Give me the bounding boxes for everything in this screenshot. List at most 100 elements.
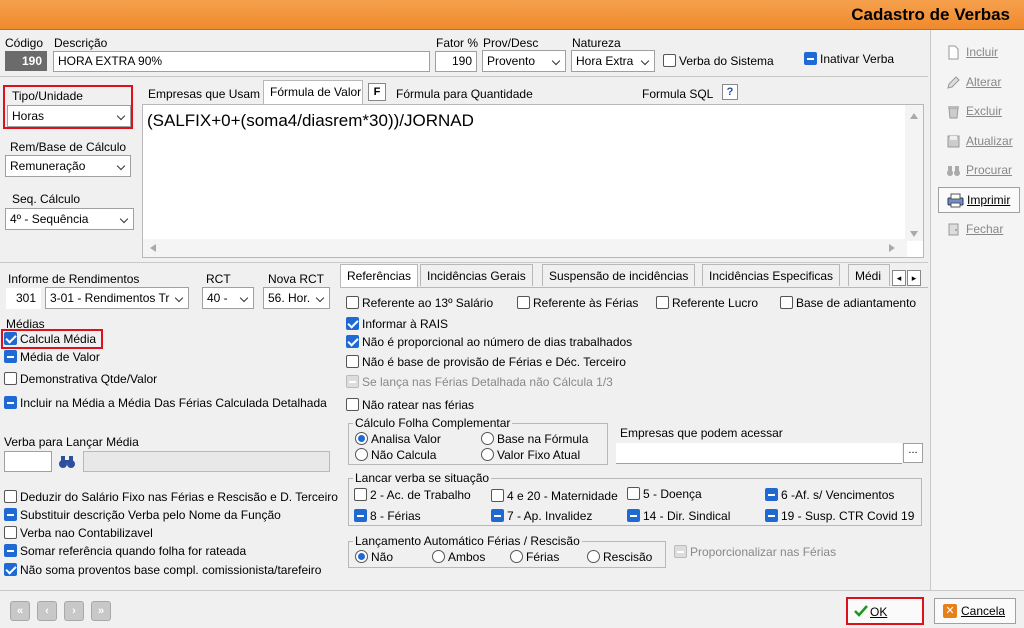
verba-sistema-label: Verba do Sistema	[679, 54, 774, 68]
tab-medias[interactable]: Médi	[848, 264, 890, 286]
situacao-5-checkbox[interactable]: 5 - Doença	[627, 487, 702, 501]
inativar-verba-checkbox[interactable]: Inativar Verba	[804, 52, 894, 66]
checkbox-icon	[4, 563, 17, 576]
nao-proporcional-checkbox[interactable]: Não é proporcional ao número de dias tra…	[346, 335, 632, 349]
scroll-down-icon[interactable]	[910, 231, 918, 237]
codigo-field[interactable]: 190	[5, 51, 47, 71]
checkbox-icon	[765, 509, 778, 522]
verba-sistema-checkbox[interactable]: Verba do Sistema	[663, 54, 774, 68]
fator-input[interactable]: 190	[435, 51, 477, 72]
scroll-up-icon[interactable]	[910, 113, 918, 119]
situacao-8-checkbox[interactable]: 8 - Férias	[354, 509, 421, 523]
incluir-button[interactable]: Incluir	[938, 40, 1020, 66]
tab-scroll-right-icon[interactable]: ▸	[907, 270, 921, 286]
cancela-button[interactable]: ✕ Cancela	[934, 598, 1016, 624]
ref-ferias-checkbox[interactable]: Referente às Férias	[517, 296, 638, 310]
last-record-icon[interactable]: »	[91, 601, 111, 621]
alterar-button[interactable]: Alterar	[938, 70, 1020, 96]
lanc-ambos-radio[interactable]: Ambos	[432, 550, 485, 564]
save-icon	[946, 134, 961, 149]
descricao-input[interactable]: HORA EXTRA 90%	[53, 51, 430, 72]
calculo-folha-label: Cálculo Folha Complementar	[353, 416, 513, 430]
situacao-4-checkbox[interactable]: 4 e 20 - Maternidade	[491, 489, 618, 503]
tab-incidencias-especificas[interactable]: Incidências Especificas	[702, 264, 841, 286]
ok-button[interactable]: OK	[846, 597, 924, 625]
lancamento-automatico-label: Lançamento Automático Férias / Rescisão	[353, 534, 582, 548]
formula-editor[interactable]: (SALFIX+0+(soma4/diasrem*30))/JORNAD	[142, 104, 924, 258]
lanc-ferias-radio[interactable]: Férias	[510, 550, 559, 564]
rct-label: RCT	[206, 272, 231, 286]
scroll-left-icon[interactable]	[150, 244, 156, 252]
situacao-7-label: 7 - Ap. Invalidez	[507, 509, 593, 523]
divider	[0, 76, 928, 77]
procurar-button[interactable]: Procurar	[938, 158, 1020, 184]
rct-select[interactable]: 40 -	[202, 287, 254, 309]
nao-calcula-radio[interactable]: Não Calcula	[355, 448, 436, 462]
informe-code[interactable]: 301	[6, 288, 41, 309]
nao-ratear-checkbox[interactable]: Não ratear nas férias	[346, 398, 474, 412]
tab-suspensao[interactable]: Suspensão de incidências	[542, 264, 696, 286]
media-valor-checkbox[interactable]: Média de Valor	[4, 350, 100, 364]
ellipsis-button[interactable]: ...	[903, 443, 923, 463]
fechar-button[interactable]: Fechar	[938, 217, 1020, 243]
situacao-5-label: 5 - Doença	[643, 487, 702, 501]
tab-empresas-usam[interactable]: Empresas que Usam	[148, 87, 260, 101]
base-adiantamento-checkbox[interactable]: Base de adiantamento	[780, 296, 916, 310]
first-record-icon[interactable]: «	[10, 601, 30, 621]
radio-icon	[587, 550, 600, 563]
tab-referencias[interactable]: Referências	[340, 264, 419, 288]
natureza-select[interactable]: Hora Extra	[571, 50, 655, 72]
scroll-right-icon[interactable]	[889, 244, 895, 252]
tab-formula-sql[interactable]: Formula SQL	[642, 87, 713, 101]
binoculars-icon[interactable]	[58, 453, 76, 471]
tab-formula-quantidade[interactable]: Fórmula para Quantidade	[396, 87, 533, 101]
substituir-checkbox[interactable]: Substituir descrição Verba pelo Nome da …	[4, 508, 281, 522]
situacao-14-checkbox[interactable]: 14 - Dir. Sindical	[627, 509, 730, 523]
atualizar-button[interactable]: Atualizar	[938, 129, 1020, 155]
radio-icon	[355, 432, 368, 445]
horizontal-scrollbar[interactable]	[143, 239, 907, 257]
tab-incidencias-gerais[interactable]: Incidências Gerais	[420, 264, 533, 286]
empresas-acessar-input[interactable]	[616, 443, 902, 464]
rem-base-select[interactable]: Remuneração	[5, 155, 131, 177]
checkbox-icon	[354, 488, 367, 501]
demonstrativa-checkbox[interactable]: Demonstrativa Qtde/Valor	[4, 372, 157, 386]
tab-formula-valor[interactable]: Fórmula de Valor	[263, 80, 363, 104]
verba-lancar-input[interactable]	[4, 451, 52, 472]
lanc-rescisao-radio[interactable]: Rescisão	[587, 550, 652, 564]
nova-rct-label: Nova RCT	[268, 272, 325, 286]
checkbox-icon	[627, 509, 640, 522]
base-formula-radio[interactable]: Base na Fórmula	[481, 432, 588, 446]
situacao-6-checkbox[interactable]: 6 -Af. s/ Vencimentos	[765, 488, 894, 502]
checkbox-icon	[346, 335, 359, 348]
tab-scroll-left-icon[interactable]: ◂	[892, 270, 906, 286]
analisa-valor-radio[interactable]: Analisa Valor	[355, 432, 441, 446]
nao-contabil-checkbox[interactable]: Verba nao Contabilizavel	[4, 526, 153, 540]
seq-calculo-select[interactable]: 4º - Sequência	[5, 208, 134, 230]
prev-record-icon[interactable]: ‹	[37, 601, 57, 621]
valor-fixo-radio[interactable]: Valor Fixo Atual	[481, 448, 580, 462]
imprimir-button[interactable]: Imprimir	[938, 187, 1020, 213]
ref-lucro-checkbox[interactable]: Referente Lucro	[656, 296, 758, 310]
situacao-2-checkbox[interactable]: 2 - Ac. de Trabalho	[354, 488, 471, 502]
nao-soma-checkbox[interactable]: Não soma proventos base compl. comission…	[4, 563, 321, 577]
next-record-icon[interactable]: ›	[64, 601, 84, 621]
informar-rais-checkbox[interactable]: Informar à RAIS	[346, 317, 448, 331]
help-icon[interactable]: ?	[722, 84, 738, 100]
nao-base-provisao-checkbox[interactable]: Não é base de provisão de Férias e Déc. …	[346, 355, 626, 369]
nova-rct-select[interactable]: 56. Hor.	[263, 287, 330, 309]
prov-desc-select[interactable]: Provento	[482, 50, 566, 72]
formula-text: (SALFIX+0+(soma4/diasrem*30))/JORNAD	[147, 111, 474, 130]
ref-13-checkbox[interactable]: Referente ao 13º Salário	[346, 296, 493, 310]
somar-referencia-checkbox[interactable]: Somar referência quando folha for ratead…	[4, 544, 246, 558]
incluir-media-checkbox[interactable]: Incluir na Média a Média Das Férias Calc…	[4, 396, 327, 410]
situacao-19-checkbox[interactable]: 19 - Susp. CTR Covid 19	[765, 509, 914, 523]
vertical-scrollbar[interactable]	[905, 105, 923, 241]
f-button[interactable]: F	[368, 83, 386, 101]
situacao-2-label: 2 - Ac. de Trabalho	[370, 488, 471, 502]
situacao-7-checkbox[interactable]: 7 - Ap. Invalidez	[491, 509, 592, 523]
excluir-button[interactable]: Excluir	[938, 99, 1020, 125]
deduzir-checkbox[interactable]: Deduzir do Salário Fixo nas Férias e Res…	[4, 490, 338, 504]
informe-select[interactable]: 3-01 - Rendimentos Tr	[45, 287, 189, 309]
lanc-nao-radio[interactable]: Não	[355, 550, 393, 564]
